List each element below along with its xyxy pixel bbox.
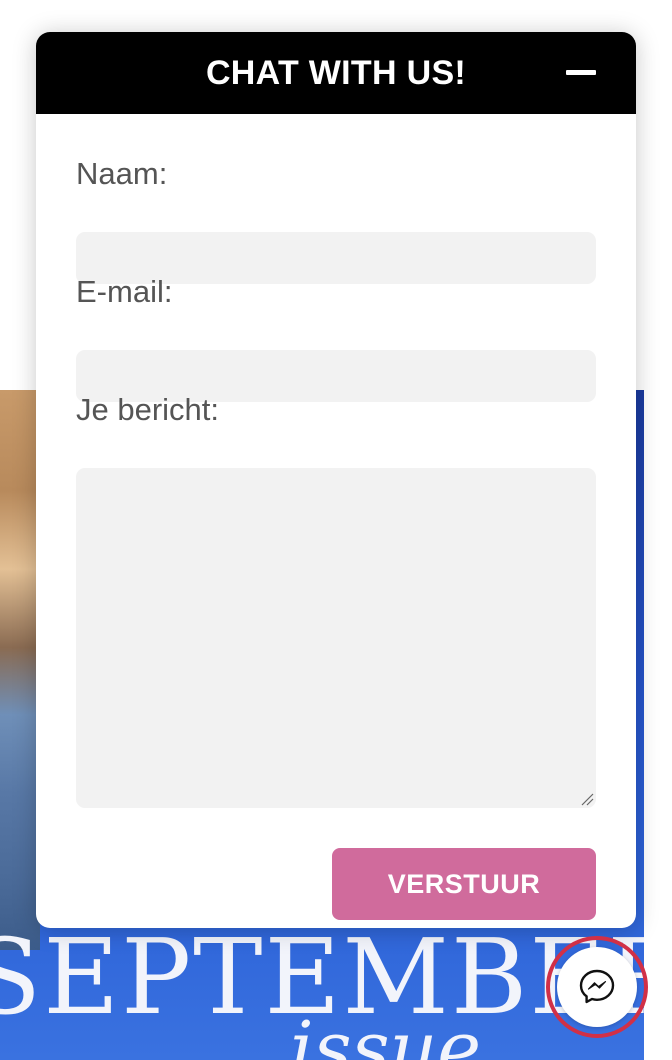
submit-button[interactable]: VERSTUUR xyxy=(332,848,596,920)
cover-subtitle: issue xyxy=(290,1006,482,1060)
messenger-launcher-button[interactable] xyxy=(546,936,648,1038)
page: SEPTEMBER issue CHAT WITH US! Naam: E-ma… xyxy=(0,0,672,1060)
minimize-icon[interactable] xyxy=(566,70,596,75)
resize-handle-icon[interactable] xyxy=(580,792,594,806)
chat-header: CHAT WITH US! xyxy=(36,32,636,114)
message-label: Je bericht: xyxy=(76,392,220,427)
messenger-icon xyxy=(579,969,615,1004)
email-label: E-mail: xyxy=(76,274,173,309)
chat-widget: CHAT WITH US! Naam: E-mail: Je bericht: … xyxy=(36,32,636,928)
name-label: Naam: xyxy=(76,156,168,191)
messenger-launcher-inner xyxy=(557,947,637,1027)
message-textarea[interactable] xyxy=(76,468,596,808)
cover-photo xyxy=(0,390,40,950)
chat-title: CHAT WITH US! xyxy=(205,53,467,92)
